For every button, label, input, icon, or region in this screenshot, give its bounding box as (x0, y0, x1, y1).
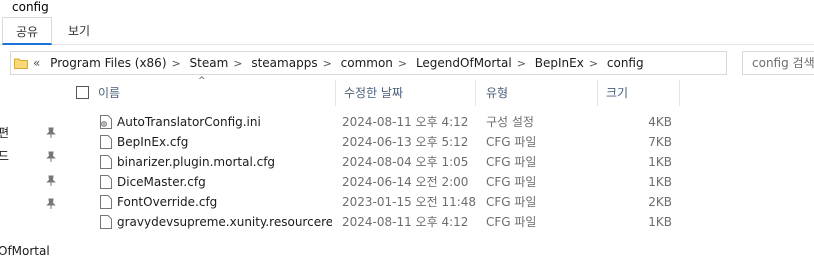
file-icon (100, 135, 112, 149)
file-type: CFG 파일 (486, 195, 537, 209)
search-input[interactable] (743, 52, 814, 74)
file-type: CFG 파일 (486, 215, 537, 229)
file-icon (100, 155, 112, 169)
navigation-pane: 편 드 OfMortal (0, 76, 66, 264)
select-all-checkbox[interactable] (76, 86, 89, 99)
column-header-row: ^ 이름 수정한 날짜 유형 크기 (66, 76, 814, 106)
file-name: BepInEx.cfg (117, 135, 189, 149)
file-icon (100, 195, 112, 209)
breadcrumb-config[interactable]: config (607, 56, 644, 70)
pin-icon[interactable] (46, 175, 56, 187)
file-row[interactable]: AutoTranslatorConfig.ini 2024-08-11 오후 4… (66, 112, 814, 132)
nav-item-1[interactable]: 편 (0, 124, 9, 141)
file-row[interactable]: BepInEx.cfg 2024-06-13 오후 5:12 CFG 파일 7K… (66, 132, 814, 152)
breadcrumb-steamapps[interactable]: steamapps (251, 56, 317, 70)
chevron-right-icon[interactable]: > (323, 57, 332, 70)
file-row[interactable]: binarizer.plugin.mortal.cfg 2024-08-04 오… (66, 152, 814, 172)
file-type: CFG 파일 (486, 155, 537, 169)
tab-share[interactable]: 공유 (2, 17, 52, 45)
file-size: 7KB (648, 135, 672, 149)
file-type: CFG 파일 (486, 135, 537, 149)
breadcrumb-steam[interactable]: Steam (190, 56, 229, 70)
breadcrumb-legendofmortal[interactable]: LegendOfMortal (416, 56, 512, 70)
pin-icon[interactable] (46, 151, 56, 163)
breadcrumb-overflow[interactable]: « (33, 56, 40, 70)
tab-view-label: 보기 (67, 24, 91, 38)
file-row[interactable]: gravydevsupreme.xunity.resourceredir... … (66, 212, 814, 232)
column-header-type[interactable]: 유형 (478, 80, 598, 106)
window-title: config (12, 0, 49, 14)
pin-icon[interactable] (46, 198, 56, 210)
file-type: CFG 파일 (486, 175, 537, 189)
file-date: 2024-08-11 오후 4:12 (342, 215, 469, 229)
file-size: 4KB (648, 115, 672, 129)
file-name: binarizer.plugin.mortal.cfg (117, 155, 276, 169)
column-header-name[interactable]: 이름 (90, 80, 336, 106)
chevron-right-icon[interactable]: > (172, 57, 181, 70)
file-date: 2024-08-04 오후 1:05 (342, 155, 469, 169)
file-row[interactable]: FontOverride.cfg 2023-01-15 오전 11:48 CFG… (66, 192, 814, 212)
nav-item-2[interactable]: 드 (0, 147, 9, 164)
file-size: 1KB (648, 155, 672, 169)
search-box[interactable] (742, 51, 814, 75)
file-size: 2KB (648, 195, 672, 209)
file-name: AutoTranslatorConfig.ini (117, 115, 261, 129)
address-bar[interactable]: « Program Files (x86) > Steam > steamapps >… (10, 51, 727, 75)
chevron-right-icon[interactable]: > (398, 57, 407, 70)
file-row[interactable]: DiceMaster.cfg 2024-06-14 오전 2:00 CFG 파일… (66, 172, 814, 192)
file-icon (100, 215, 112, 229)
chevron-right-icon[interactable]: > (517, 57, 526, 70)
file-name: gravydevsupreme.xunity.resourceredir... (117, 215, 332, 229)
file-name: FontOverride.cfg (117, 195, 218, 209)
breadcrumb-common[interactable]: common (341, 56, 393, 70)
breadcrumb-bepinex[interactable]: BepInEx (535, 56, 584, 70)
title-bar: config (0, 0, 814, 17)
file-date: 2023-01-15 오전 11:48 (342, 195, 477, 209)
tab-view[interactable]: 보기 (54, 17, 104, 45)
chevron-right-icon[interactable]: > (233, 57, 242, 70)
file-type: 구성 설정 (486, 115, 534, 129)
file-date: 2024-06-14 오전 2:00 (342, 175, 469, 189)
file-size: 1KB (648, 175, 672, 189)
nav-item-legendofmortal[interactable]: OfMortal (0, 244, 50, 258)
column-header-date[interactable]: 수정한 날짜 (336, 80, 476, 106)
pin-icon[interactable] (46, 127, 56, 139)
file-date: 2024-08-11 오후 4:12 (342, 115, 469, 129)
breadcrumb: « Program Files (x86) > Steam > steamapps >… (33, 52, 644, 74)
tab-share-label: 공유 (15, 25, 39, 39)
ribbon-tabs: 공유 보기 (0, 17, 814, 45)
file-date: 2024-06-13 오후 5:12 (342, 135, 469, 149)
settings-file-icon (100, 115, 112, 129)
file-icon (100, 175, 112, 189)
file-size: 1KB (648, 215, 672, 229)
breadcrumb-program-files[interactable]: Program Files (x86) (50, 56, 166, 70)
column-header-size[interactable]: 크기 (598, 80, 680, 106)
file-name: DiceMaster.cfg (117, 175, 206, 189)
chevron-right-icon[interactable]: > (589, 57, 598, 70)
folder-icon (14, 58, 28, 69)
